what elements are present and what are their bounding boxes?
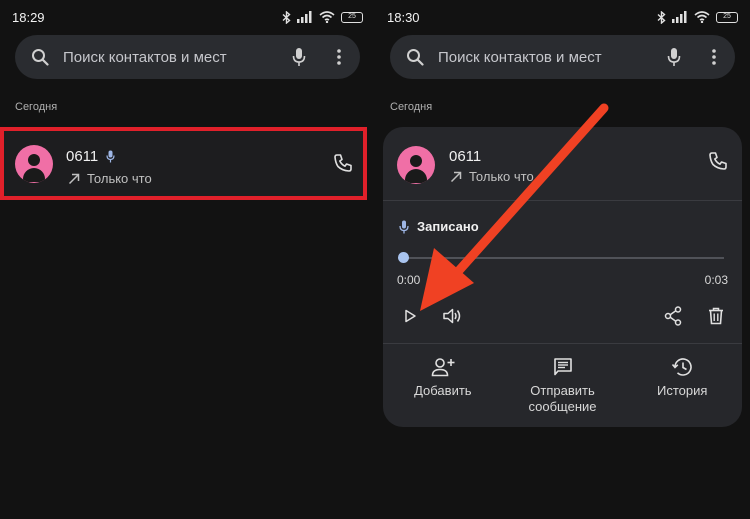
signal-icon (672, 11, 687, 23)
phone-call-icon[interactable] (708, 151, 728, 176)
delete-icon[interactable] (705, 305, 727, 327)
play-icon[interactable] (399, 305, 421, 327)
phone-call-icon[interactable] (333, 153, 353, 178)
battery-icon: 25 (716, 11, 738, 23)
seekbar-thumb[interactable] (398, 252, 409, 263)
search-input[interactable]: Поиск контактов и мест (63, 49, 288, 66)
status-time: 18:30 (387, 9, 420, 25)
speaker-icon[interactable] (441, 305, 463, 327)
battery-icon: 25 (341, 11, 363, 23)
more-options-icon[interactable] (328, 46, 350, 68)
recording-mic-icon (399, 220, 409, 233)
search-bar[interactable]: Поиск контактов и мест (390, 35, 735, 79)
history-icon (672, 358, 692, 376)
action-label: Добавить (414, 383, 472, 398)
right-screen: 18:30 25 Поиск контактов и мест Сегодня … (375, 0, 750, 519)
share-icon[interactable] (662, 305, 684, 327)
playback-seekbar[interactable] (401, 257, 724, 259)
add-contact-button[interactable]: Добавить (383, 357, 503, 415)
microphone-icon[interactable] (663, 46, 685, 68)
playback-position: 0:00 (397, 273, 421, 287)
divider (383, 200, 742, 201)
wifi-icon (319, 11, 335, 23)
call-time: Только что (469, 169, 534, 184)
add-person-icon (431, 358, 455, 377)
expanded-call-card: 0611 Только что Записано 0:00 0:03 Добав… (383, 127, 742, 427)
section-header-today: Сегодня (15, 101, 58, 113)
bluetooth-icon (657, 10, 666, 24)
action-bar: Добавить Отправить сообщение История (383, 357, 742, 415)
search-icon (29, 46, 51, 68)
history-button[interactable]: История (622, 357, 742, 415)
microphone-icon[interactable] (288, 46, 310, 68)
search-bar[interactable]: Поиск контактов и мест (15, 35, 360, 79)
outgoing-call-icon (450, 171, 462, 182)
caller-name: 0611 (449, 148, 482, 165)
status-bar: 18:30 25 (387, 8, 738, 26)
wifi-icon (694, 11, 710, 23)
signal-icon (297, 11, 312, 23)
action-label: История (656, 383, 708, 398)
action-label: Отправить сообщение (528, 383, 597, 414)
avatar (397, 146, 435, 184)
search-input[interactable]: Поиск контактов и мест (438, 49, 663, 66)
bluetooth-icon (282, 10, 291, 24)
status-time: 18:29 (12, 9, 45, 25)
section-header-today: Сегодня (390, 101, 433, 113)
status-bar: 18:29 25 (12, 8, 363, 26)
outgoing-call-icon (68, 173, 80, 184)
search-icon (404, 46, 426, 68)
caller-name: 0611 (66, 148, 99, 165)
recorded-label: Записано (417, 219, 479, 234)
send-message-button[interactable]: Отправить сообщение (503, 357, 623, 415)
left-screen: 18:29 25 Поиск контактов и мест Сегодня … (0, 0, 375, 519)
more-options-icon[interactable] (703, 46, 725, 68)
call-log-item[interactable]: 0611 Только что (0, 127, 367, 200)
divider (383, 343, 742, 344)
avatar (15, 145, 53, 183)
call-time: Только что (87, 171, 152, 186)
playback-duration: 0:03 (704, 273, 728, 287)
recording-mic-icon (106, 150, 115, 163)
message-icon (553, 358, 572, 376)
